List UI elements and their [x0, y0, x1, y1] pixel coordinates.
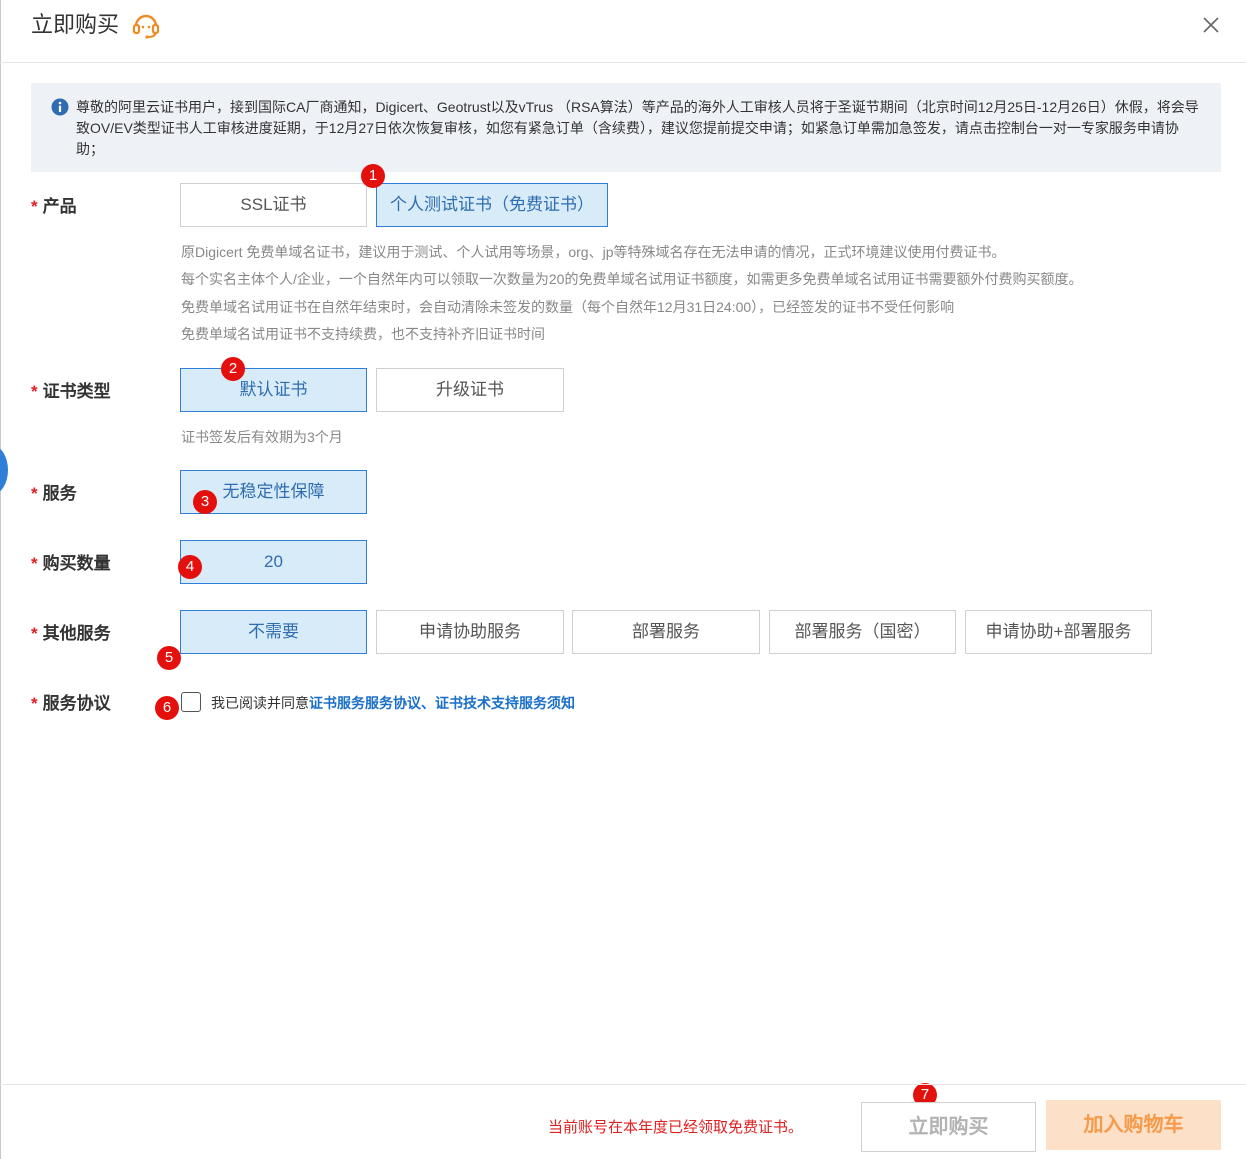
- buy-now-button[interactable]: 立即购买: [861, 1102, 1036, 1152]
- dialog-header: 立即购买: [0, 0, 1246, 63]
- info-icon: [51, 98, 69, 116]
- quantity-label: * 购买数量: [31, 554, 111, 573]
- footer-warning: 当前账号在本年度已经领取免费证书。: [548, 1119, 804, 1136]
- other-service-option-none[interactable]: 不需要: [180, 610, 367, 654]
- product-option-ssl[interactable]: SSL证书: [180, 183, 367, 227]
- agreement-checkbox[interactable]: [181, 692, 201, 712]
- agreement-text: 我已阅读并同意证书服务服务协议、证书技术支持服务须知: [211, 693, 575, 713]
- agreement-label: * 服务协议: [31, 694, 111, 713]
- headset-icon[interactable]: [131, 11, 161, 39]
- left-edge: [0, 0, 1, 1159]
- cert-type-hint: 证书签发后有效期为3个月: [181, 429, 343, 445]
- other-service-label: * 其他服务: [31, 624, 111, 643]
- step-badge: 1: [361, 164, 385, 188]
- close-icon[interactable]: [1200, 14, 1222, 36]
- notice-text: 尊敬的阿里云证书用户，接到国际CA厂商通知，Digicert、Geotrust以…: [76, 99, 1199, 157]
- service-agreement-link[interactable]: 证书服务服务协议: [309, 695, 421, 711]
- product-hint: 免费单域名试用证书在自然年结束时，会自动清除未签发的数量（每个自然年12月31日…: [181, 299, 955, 315]
- step-badge: 6: [155, 696, 179, 720]
- quantity-option-20[interactable]: 20: [180, 540, 367, 584]
- other-service-option-deploy-gm[interactable]: 部署服务（国密）: [769, 610, 956, 654]
- other-service-option-assist-deploy[interactable]: 申请协助+部署服务: [965, 610, 1152, 654]
- tech-support-notice-link[interactable]: 证书技术支持服务须知: [435, 695, 575, 711]
- side-float-button[interactable]: [0, 446, 8, 494]
- product-hint: 原Digicert 免费单域名证书，建议用于测试、个人试用等场景，org、jp等…: [181, 244, 1006, 260]
- product-option-free-test[interactable]: 个人测试证书（免费证书）: [376, 183, 608, 227]
- service-label: * 服务: [31, 484, 77, 503]
- dialog-title: 立即购买: [31, 12, 120, 37]
- footer-divider: [0, 1084, 1246, 1085]
- notice-banner: 尊敬的阿里云证书用户，接到国际CA厂商通知，Digicert、Geotrust以…: [31, 83, 1221, 172]
- product-label: * 产品: [31, 197, 77, 216]
- other-service-option-deploy[interactable]: 部署服务: [572, 610, 760, 654]
- step-badge: 4: [178, 555, 202, 579]
- step-badge: 2: [221, 357, 245, 381]
- cert-type-option-upgrade[interactable]: 升级证书: [376, 368, 564, 412]
- product-hint: 每个实名主体个人/企业，一个自然年内可以领取一次数量为20的免费单域名试用证书额…: [181, 271, 1083, 287]
- step-badge: 3: [193, 490, 217, 514]
- cert-type-label: * 证书类型: [31, 382, 111, 401]
- agreement-separator: 、: [421, 695, 435, 711]
- add-to-cart-button[interactable]: 加入购物车: [1046, 1100, 1221, 1150]
- agreement-prefix: 我已阅读并同意: [211, 695, 309, 711]
- product-hint: 免费单域名试用证书不支持续费，也不支持补齐旧证书时间: [181, 326, 545, 342]
- other-service-option-assist[interactable]: 申请协助服务: [376, 610, 564, 654]
- cert-type-option-default[interactable]: 默认证书: [180, 368, 367, 412]
- step-badge: 5: [157, 646, 181, 670]
